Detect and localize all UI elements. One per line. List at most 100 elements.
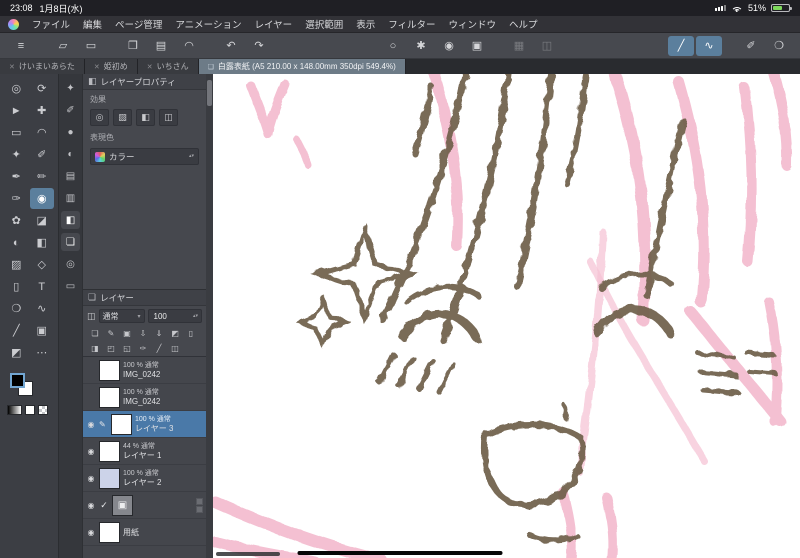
menu-layer[interactable]: レイヤー (254, 17, 292, 31)
new-vector-layer-icon[interactable]: ✎ (104, 327, 118, 340)
menu-file[interactable]: ファイル (32, 17, 70, 31)
layer-row-folder[interactable]: ◉ ✓ ▣ (83, 492, 206, 519)
timeline-icon[interactable]: ▭ (61, 277, 80, 295)
tool-move[interactable]: ✚ (30, 100, 55, 121)
tab-keimaiarata[interactable]: ✕ けいまいあらた (0, 59, 85, 74)
layer-property-tab-icon[interactable]: ◧ (61, 211, 80, 229)
tool-lasso-select[interactable]: ◠ (30, 122, 55, 143)
grid-view-icon[interactable]: ▦ (506, 36, 532, 56)
eye-icon[interactable]: ◉ (86, 501, 96, 510)
color-slider-icon[interactable]: ▥ (61, 189, 80, 207)
tool-brush[interactable]: ✑ (4, 188, 29, 209)
tool-pen[interactable]: ✒ (4, 166, 29, 187)
color-set-icon[interactable]: ▤ (61, 167, 80, 185)
tool-text[interactable]: T (30, 276, 55, 297)
transparent-swatch[interactable] (38, 405, 48, 415)
sub-tool-icon[interactable]: ✐ (61, 101, 80, 119)
layer-thumbnail[interactable] (111, 413, 132, 435)
white-swatch[interactable] (25, 405, 35, 415)
crop-icon[interactable]: ▣ (464, 36, 490, 56)
redo-icon[interactable]: ↷ (246, 36, 272, 56)
eye-icon[interactable]: ◉ (86, 447, 96, 456)
layer-thumbnail[interactable] (99, 359, 120, 381)
layer-color-effect-icon[interactable]: ◧ (136, 109, 155, 126)
lock-transparency-icon[interactable]: ◱ (120, 342, 134, 355)
tool-balloon[interactable]: ❍ (4, 298, 29, 319)
layer-row-paper[interactable]: ◉ 用紙 (83, 519, 206, 546)
brush-settings-icon[interactable]: ◉ (436, 36, 462, 56)
menu-page-management[interactable]: ページ管理 (115, 17, 162, 31)
tool-auto-select[interactable]: ✦ (4, 144, 29, 165)
clip-to-below-icon[interactable]: ◨ (88, 342, 102, 355)
canvas-drawing[interactable] (213, 74, 800, 558)
tool-material[interactable]: ▣ (30, 320, 55, 341)
document-canvas[interactable] (213, 74, 800, 558)
tool-blend[interactable]: ◐ (4, 232, 29, 253)
layer-panel-header[interactable]: ❏ レイヤー (83, 290, 206, 306)
undo-icon[interactable]: ↶ (218, 36, 244, 56)
opacity-stepper-icon[interactable]: ▴▾ (193, 314, 198, 319)
curve-tool-icon[interactable]: ∿ (696, 35, 722, 56)
paste-image-icon[interactable]: ❐ (120, 36, 146, 56)
blend-mode-dropdown[interactable]: 通常 ▾ (98, 309, 145, 323)
deselect-icon[interactable]: ○ (380, 36, 406, 56)
eye-icon[interactable]: ◉ (86, 420, 96, 429)
layer-property-header[interactable]: ◧ レイヤープロパティ (83, 74, 206, 90)
tab-ichisan[interactable]: ✕ いちさん (137, 59, 199, 74)
menu-selection[interactable]: 選択範囲 (305, 17, 343, 31)
quick-access-icon[interactable]: ✦ (61, 79, 80, 97)
close-tab-icon[interactable]: ✕ (147, 63, 153, 71)
menu-filter[interactable]: フィルター (388, 17, 435, 31)
navigator-icon[interactable]: ◎ (61, 255, 80, 273)
expression-color-effect-icon[interactable]: ◫ (159, 109, 178, 126)
layer-row-img0242-b[interactable]: 100 % 通常 IMG_0242 (83, 384, 206, 411)
tool-rotate-canvas[interactable]: ⟳ (30, 78, 55, 99)
close-tab-icon[interactable]: ✕ (9, 63, 15, 71)
tab-himehajime[interactable]: ✕ 姫初め (84, 59, 138, 74)
menu-view[interactable]: 表示 (356, 17, 375, 31)
tool-decoration[interactable]: ✿ (4, 210, 29, 231)
layer-tab-icon[interactable]: ❏ (61, 233, 80, 251)
transfer-down-icon[interactable]: ⇩ (136, 327, 150, 340)
horizontal-scrollbar-thumb[interactable] (216, 552, 280, 556)
folder-thumbnail[interactable]: ▣ (112, 494, 133, 516)
lock-layer-icon[interactable]: ◰ (104, 342, 118, 355)
gradient-swatch[interactable] (7, 405, 22, 415)
tool-gradient[interactable]: ▨ (4, 254, 29, 275)
tool-operation[interactable]: ► (4, 100, 29, 121)
tool-fill[interactable]: ◧ (30, 232, 55, 253)
home-indicator[interactable] (297, 550, 503, 555)
two-pane-view-icon[interactable]: ◫ (168, 342, 182, 355)
menu-animation[interactable]: アニメーション (175, 17, 241, 31)
eye-icon[interactable]: ◉ (86, 528, 96, 537)
border-effect-icon[interactable]: ◎ (90, 109, 109, 126)
brush-size-icon[interactable]: ● (61, 123, 80, 141)
layer-thumbnail[interactable] (99, 467, 120, 489)
close-tab-icon[interactable]: ✕ (94, 63, 100, 71)
material-panel-icon[interactable]: ◫ (534, 36, 560, 56)
settings-gear-icon[interactable]: ✱ (408, 36, 434, 56)
hamburger-menu-icon[interactable]: ≡ (8, 36, 34, 56)
set-as-draft-icon[interactable]: ✑ (136, 342, 150, 355)
layer-thumbnail[interactable] (99, 440, 120, 462)
layer-thumbnail[interactable] (99, 386, 120, 408)
layer-mask-icon[interactable]: ◩ (168, 327, 182, 340)
stepper-icon[interactable]: ▴▾ (189, 154, 194, 159)
tool-frame-border[interactable]: ▯ (4, 276, 29, 297)
vertical-scrollbar[interactable] (206, 74, 213, 558)
tool-line-correction[interactable]: ∿ (30, 298, 55, 319)
tool-pencil[interactable]: ✏ (30, 166, 55, 187)
eyedropper-toolbar-icon[interactable]: ✐ (738, 36, 764, 56)
menu-help[interactable]: ヘルプ (509, 17, 538, 31)
new-folder-icon[interactable]: ▣ (120, 327, 134, 340)
opacity-slider[interactable]: 100 ▴▾ (147, 309, 202, 323)
tool-eyedropper[interactable]: ✐ (30, 144, 55, 165)
object-tool-icon[interactable]: ▱ (50, 36, 76, 56)
layer-row-img0242-a[interactable]: 100 % 通常 IMG_0242 (83, 357, 206, 384)
cloud-sync-icon[interactable]: ◠ (176, 36, 202, 56)
delete-layer-icon[interactable]: ▯ (184, 327, 198, 340)
menu-edit[interactable]: 編集 (83, 17, 102, 31)
new-raster-layer-icon[interactable]: ❏ (88, 327, 102, 340)
clip-studio-logo[interactable] (8, 18, 19, 30)
feedback-chat-icon[interactable]: ❍ (766, 36, 792, 56)
